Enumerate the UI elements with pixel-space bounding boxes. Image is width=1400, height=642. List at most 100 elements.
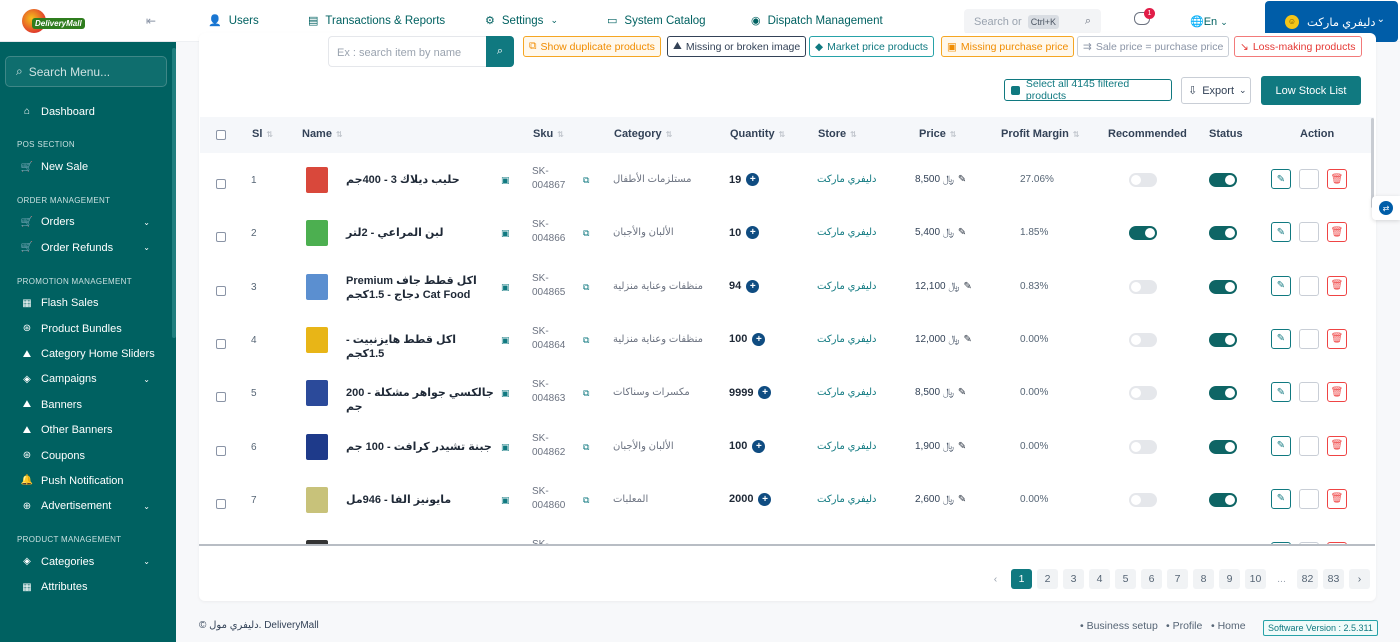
select-all-checkbox[interactable] bbox=[216, 130, 226, 140]
recommended-toggle[interactable] bbox=[1129, 439, 1157, 454]
row-checkbox[interactable] bbox=[216, 392, 226, 403]
product-thumbnail[interactable] bbox=[306, 273, 328, 300]
delete-button[interactable]: 🗑 bbox=[1327, 435, 1347, 456]
pagination-page[interactable]: 83 bbox=[1323, 569, 1344, 589]
product-store[interactable]: دليفري ماركت bbox=[817, 441, 877, 452]
copy-name-icon[interactable]: ▣ bbox=[501, 175, 510, 186]
row-checkbox[interactable] bbox=[216, 285, 226, 296]
filter-missing-image[interactable]: ⛰ Missing or broken image bbox=[667, 36, 807, 57]
edit-button[interactable]: ✎ bbox=[1271, 488, 1291, 509]
edit-price-icon[interactable]: ✎ bbox=[963, 281, 971, 292]
product-thumbnail[interactable] bbox=[306, 433, 328, 460]
recommended-toggle[interactable] bbox=[1129, 226, 1157, 241]
sidebar-item-new-sale[interactable]: 🛒 New Sale bbox=[0, 154, 176, 179]
sidebar-item-order-refunds[interactable]: 🛒 Order Refunds ⌄ bbox=[0, 235, 176, 260]
product-store[interactable]: دليفري ماركت bbox=[817, 174, 877, 185]
add-stock-icon[interactable]: + bbox=[752, 439, 766, 453]
product-name[interactable]: اكل قطط هايزنبيت - 1.5كجم bbox=[346, 333, 496, 361]
filter-missing-purchase-price[interactable]: ▣ Missing purchase price bbox=[941, 36, 1075, 57]
status-toggle[interactable] bbox=[1209, 439, 1237, 454]
add-stock-icon[interactable]: + bbox=[746, 226, 760, 240]
recommended-toggle[interactable] bbox=[1129, 332, 1157, 347]
view-button[interactable] bbox=[1299, 488, 1319, 509]
copy-name-icon[interactable]: ▣ bbox=[501, 228, 510, 239]
pagination-page[interactable]: 4 bbox=[1089, 569, 1110, 589]
search-button[interactable]: ⌕ bbox=[486, 36, 514, 67]
sidebar-search-input[interactable]: ⌕ Search Menu... bbox=[5, 56, 167, 87]
product-thumbnail[interactable] bbox=[306, 220, 328, 247]
copy-sku-icon[interactable]: ⧉ bbox=[583, 175, 589, 186]
row-checkbox[interactable] bbox=[216, 338, 226, 349]
delete-button[interactable]: 🗑 bbox=[1327, 169, 1347, 189]
add-stock-icon[interactable]: + bbox=[752, 332, 766, 346]
product-store[interactable]: دليفري ماركت bbox=[817, 281, 877, 292]
filter-sale-equals-purchase[interactable]: ⇉ Sale price = purchase price bbox=[1077, 36, 1230, 57]
nav-users[interactable]: 👤 Users bbox=[208, 14, 259, 28]
edit-price-icon[interactable]: ✎ bbox=[958, 387, 966, 398]
status-toggle[interactable] bbox=[1209, 386, 1237, 401]
export-dropdown[interactable]: ⇩ Export ⌄ bbox=[1181, 77, 1251, 104]
edit-button[interactable]: ✎ bbox=[1271, 169, 1291, 189]
filter-duplicate-products[interactable]: ⧉ Show duplicate products bbox=[523, 36, 661, 57]
product-search-input[interactable]: Ex : search item by name bbox=[328, 36, 487, 67]
copy-sku-icon[interactable]: ⧉ bbox=[583, 335, 589, 346]
product-name[interactable]: حليب ديلاك 3 - 400جم bbox=[346, 173, 496, 187]
sidebar-item-other-banners[interactable]: ⛰ Other Banners bbox=[0, 418, 176, 443]
product-name[interactable]: لبن المراعي - 2لتر bbox=[346, 226, 496, 240]
row-checkbox[interactable] bbox=[216, 232, 226, 243]
sidebar-item-advertisement[interactable]: ⊕ Advertisement ⌄ bbox=[0, 494, 176, 519]
view-button[interactable] bbox=[1299, 169, 1319, 189]
view-button[interactable] bbox=[1299, 328, 1319, 349]
edit-price-icon[interactable]: ✎ bbox=[958, 227, 966, 238]
status-toggle[interactable] bbox=[1209, 332, 1237, 347]
add-stock-icon[interactable]: + bbox=[746, 279, 760, 293]
product-thumbnail[interactable] bbox=[306, 167, 328, 193]
status-toggle[interactable] bbox=[1209, 226, 1237, 241]
pagination-page[interactable]: 2 bbox=[1037, 569, 1058, 589]
sidebar-item-coupons[interactable]: ⊛ Coupons bbox=[0, 443, 176, 468]
col-name[interactable]: Name ⇅ bbox=[302, 128, 343, 140]
edit-button[interactable]: ✎ bbox=[1271, 275, 1291, 296]
edit-button[interactable]: ✎ bbox=[1271, 382, 1291, 403]
recommended-toggle[interactable] bbox=[1129, 492, 1157, 507]
edit-price-icon[interactable]: ✎ bbox=[958, 494, 966, 505]
floating-settings-tab[interactable]: ⇄ bbox=[1372, 196, 1400, 220]
header-search-input[interactable]: Search or Ctrl+K ⌕ bbox=[964, 9, 1101, 34]
delete-button[interactable]: 🗑 bbox=[1327, 275, 1347, 296]
copy-sku-icon[interactable]: ⧉ bbox=[583, 282, 589, 293]
sidebar-item-product-bundles[interactable]: ⊛ Product Bundles bbox=[0, 316, 176, 341]
sidebar-item-flash-sales[interactable]: ▦ Flash Sales bbox=[0, 291, 176, 316]
pagination-page[interactable]: 6 bbox=[1141, 569, 1162, 589]
pagination-page[interactable]: 10 bbox=[1245, 569, 1266, 589]
edit-button[interactable]: ✎ bbox=[1271, 222, 1291, 243]
recommended-toggle[interactable] bbox=[1129, 386, 1157, 401]
row-checkbox[interactable] bbox=[216, 445, 226, 456]
status-toggle[interactable] bbox=[1209, 279, 1237, 294]
product-name[interactable]: جالكسي جواهر مشكلة - 200 جم bbox=[346, 386, 496, 414]
delete-button[interactable]: 🗑 bbox=[1327, 222, 1347, 243]
product-thumbnail[interactable] bbox=[306, 486, 328, 513]
delete-button[interactable]: 🗑 bbox=[1327, 488, 1347, 509]
pagination-page[interactable]: 3 bbox=[1063, 569, 1084, 589]
nav-settings[interactable]: ⚙ Settings ⌄ bbox=[485, 14, 558, 28]
sidebar-item-push-notification[interactable]: 🔔 Push Notification bbox=[0, 468, 176, 493]
add-stock-icon[interactable]: + bbox=[758, 386, 772, 400]
select-all-filtered-button[interactable]: Select all 4145 filtered products bbox=[1004, 78, 1172, 102]
table-horizontal-scrollbar[interactable] bbox=[199, 544, 1375, 546]
edit-price-icon[interactable]: ✎ bbox=[958, 441, 966, 452]
filter-loss-making[interactable]: ↘ Loss-making products bbox=[1234, 36, 1362, 57]
brand-logo[interactable]: DeliveryMall ⇤ bbox=[0, 0, 176, 42]
col-sku[interactable]: Sku ⇅ bbox=[533, 128, 564, 140]
col-sl[interactable]: Sl ⇅ bbox=[252, 128, 273, 140]
product-name[interactable]: مايونيز الفا - 946مل bbox=[346, 493, 496, 507]
language-selector[interactable]: 🌐En ⌄ bbox=[1190, 15, 1228, 28]
product-name[interactable]: اكل قطط جاف Premium Cat Food دجاج - 1.5ك… bbox=[346, 274, 496, 302]
sidebar-item-attributes[interactable]: ▦ Attributes bbox=[0, 574, 176, 599]
pagination-prev[interactable]: ‹ bbox=[985, 569, 1006, 589]
sidebar-item-dashboard[interactable]: ⌂ Dashboard bbox=[0, 99, 176, 124]
pagination-page[interactable]: 1 bbox=[1011, 569, 1032, 589]
footer-link-profile[interactable]: • Profile bbox=[1166, 620, 1202, 632]
edit-button[interactable]: ✎ bbox=[1271, 435, 1291, 456]
recommended-toggle[interactable] bbox=[1129, 279, 1157, 294]
copy-sku-icon[interactable]: ⧉ bbox=[583, 228, 589, 239]
